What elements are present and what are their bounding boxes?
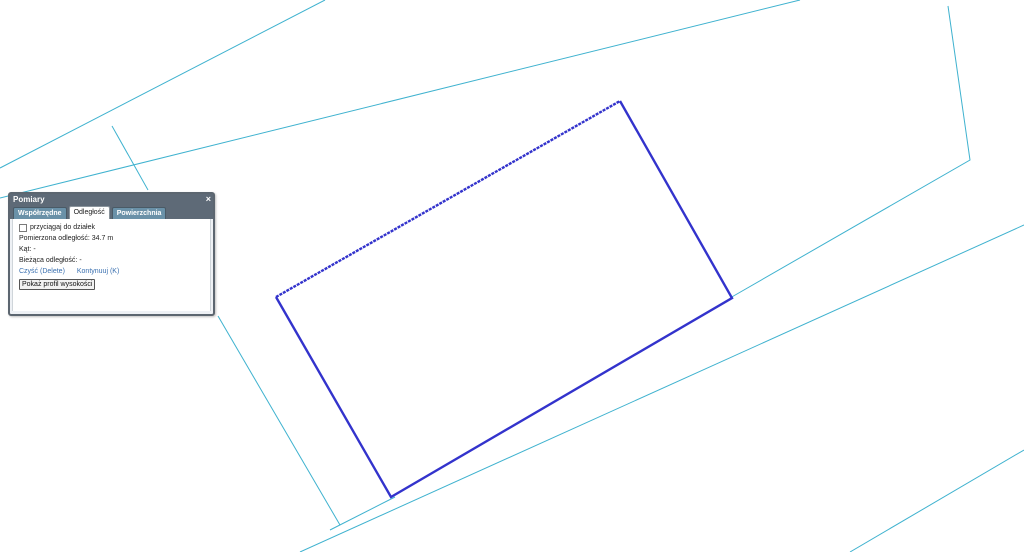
parcel-line [111,125,149,191]
continue-link[interactable]: Kontynuuj (K) [77,268,119,275]
tab-area[interactable]: Powierzchnia [111,207,167,219]
snap-checkbox[interactable] [19,223,27,232]
panel-title: Pomiary [13,195,45,204]
angle-readout: Kąt: - [19,246,36,253]
close-icon[interactable]: × [206,194,211,205]
clear-link[interactable]: Czyść (Delete) [19,268,65,275]
parcel-line [299,224,1024,552]
parcel-line [217,315,341,526]
parcel-line [0,0,801,199]
tab-distance[interactable]: Odległość [68,206,110,219]
measure-segment [275,99,621,299]
parcel-line [0,0,326,169]
action-links: Czyść (Delete) Kontynuuj (K) [19,266,204,277]
panel-header[interactable]: Pomiary × [10,194,213,205]
measurement-panel: Pomiary × Współrzędne Odległość Powierzc… [8,192,215,316]
snap-label: przyciągaj do działek [30,224,95,231]
show-elevation-profile-button[interactable]: Pokaż profil wysokości [19,279,96,290]
distance-measurement [274,99,734,499]
tab-strip: Współrzędne Odległość Powierzchnia [10,205,213,219]
snap-option: przyciągaj do działek [19,222,204,233]
parcel-line [729,5,971,299]
tab-coordinates[interactable]: Współrzędne [13,207,67,219]
measure-polyline [274,100,734,499]
parcel-line [849,449,1024,552]
measured-distance: Pomierzona odległość: 34.7 m [19,235,114,242]
tab-content-distance: przyciągaj do działek Pomierzona odległo… [12,219,211,311]
current-distance: Bieżąca odległość: - [19,257,82,264]
